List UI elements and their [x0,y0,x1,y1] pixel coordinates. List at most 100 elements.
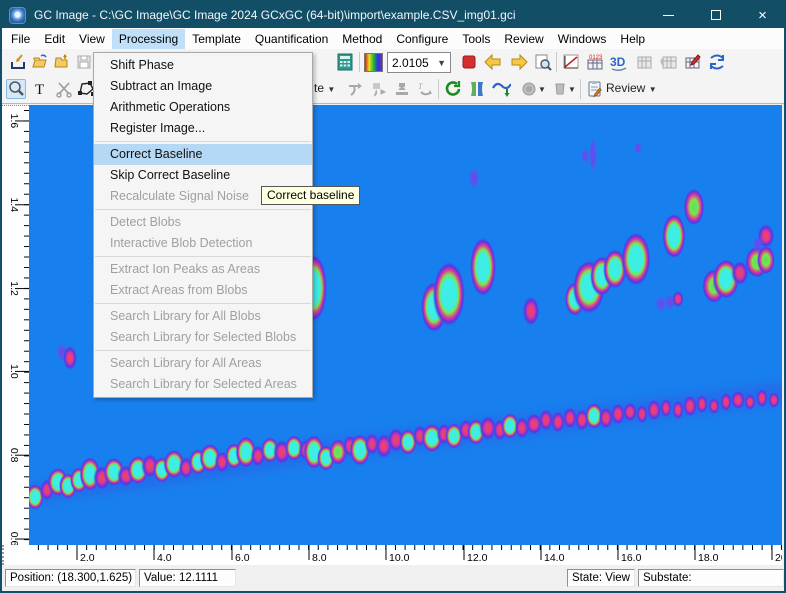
svg-text:10.0: 10.0 [389,552,410,564]
open-image-icon[interactable] [30,52,50,72]
menu-tools[interactable]: Tools [455,29,497,49]
menu-item-extract-ion-peaks-as-areas: Extract Ion Peaks as Areas [94,259,312,280]
app-logo-icon [9,7,26,24]
svg-text:20.0: 20.0 [775,552,782,564]
maximize-button[interactable] [692,0,739,30]
back-icon[interactable] [483,52,503,72]
menu-processing[interactable]: Processing [112,29,185,49]
status-state: State: View [567,569,635,587]
sync-views-icon[interactable] [707,52,727,72]
status-bar: Position: (18.300,1.625) Value: 12.1111 … [2,565,784,591]
menu-separator [95,256,311,257]
menu-quantification[interactable]: Quantification [248,29,335,49]
app-window: GC Image - C:\GC Image\GC Image 2024 GCx… [0,0,786,593]
review-icon[interactable] [585,79,605,99]
svg-text:0.6: 0.6 [8,532,19,545]
menu-separator [95,209,311,210]
svg-text:1.6: 1.6 [8,114,19,129]
window-title: GC Image - C:\GC Image\GC Image 2024 GCx… [34,8,516,22]
zoom-level-combobox[interactable]: 2.0105 ▼ [387,52,451,73]
menu-item-correct-baseline[interactable]: Correct Baseline [94,144,312,165]
svg-text:18.0: 18.0 [698,552,719,564]
menu-view[interactable]: View [72,29,112,49]
menu-item-register-image[interactable]: Register Image... [94,118,312,139]
menu-file[interactable]: File [4,29,37,49]
maximize-icon [711,10,721,20]
close-icon: × [758,8,767,23]
menu-item-arithmetic-operations[interactable]: Arithmetic Operations [94,97,312,118]
menu-item-subtract-an-image[interactable]: Subtract an Image [94,76,312,97]
template-transform-icon: T [415,79,435,99]
chevron-down-icon: ▼ [649,85,657,94]
menu-template[interactable]: Template [185,29,248,49]
table-edit-icon[interactable] [683,52,703,72]
status-substate: Substate: [638,569,784,587]
import-image-icon[interactable] [8,52,28,72]
svg-text:T: T [35,82,44,98]
menu-edit[interactable]: Edit [37,29,72,49]
svg-text:4.0: 4.0 [157,552,172,564]
menu-method[interactable]: Method [335,29,389,49]
chevron-down-icon: ▼ [327,85,335,94]
cut-tool-icon [54,79,74,99]
preview-icon[interactable] [533,52,553,72]
template-dropdown[interactable]: te ▼ [314,81,335,95]
svg-text:1.4: 1.4 [8,197,19,212]
save-image-icon [74,52,94,72]
menu-item-search-library-for-all-areas: Search Library for All Areas [94,353,312,374]
menu-item-interactive-blob-detection: Interactive Blob Detection [94,233,312,254]
review-dropdown[interactable]: Review ▼ [606,81,657,95]
chevron-down-icon: ▼ [437,58,446,68]
svg-text:3D: 3D [610,55,626,69]
apply-template-icon [345,79,365,99]
menu-review[interactable]: Review [497,29,550,49]
refresh-icon[interactable] [443,79,463,99]
x-axis-ruler: 2.04.06.08.010.012.014.016.018.020.0 [29,545,782,565]
menu-separator [95,350,311,351]
smooth-signal-icon[interactable] [491,79,511,99]
stop-icon[interactable] [459,52,479,72]
svg-text:1.2: 1.2 [8,281,19,296]
calculator-icon[interactable] [335,52,355,72]
minimize-icon [663,15,674,16]
forward-icon[interactable] [509,52,529,72]
menu-item-search-library-for-all-blobs: Search Library for All Blobs [94,306,312,327]
compare-images-icon[interactable] [467,79,487,99]
menu-item-shift-phase[interactable]: Shift Phase [94,55,312,76]
close-image-icon[interactable] [52,52,72,72]
values-table-icon[interactable]: 0123 [585,52,605,72]
close-button[interactable]: × [739,0,786,30]
chevron-down-icon[interactable]: ▼ [538,81,546,95]
svg-text:T: T [418,82,423,91]
colormap-icon[interactable] [364,53,383,72]
svg-text:16.0: 16.0 [621,552,642,564]
svg-text:12.0: 12.0 [467,552,488,564]
copy-template-icon [369,79,389,99]
menu-item-detect-blobs: Detect Blobs [94,212,312,233]
three-d-view-icon[interactable]: 3D [609,52,629,72]
menu-item-search-library-for-selected-areas: Search Library for Selected Areas [94,374,312,395]
svg-text:0.8: 0.8 [8,448,19,463]
stamp-icon [392,79,412,99]
minimize-button[interactable] [645,0,692,30]
ruler-corner [2,545,29,565]
svg-text:14.0: 14.0 [544,552,565,564]
text-tool-icon[interactable]: T [30,79,50,99]
signal-plot-icon[interactable] [561,52,581,72]
menu-bar: FileEditViewProcessingTemplateQuantifica… [2,28,784,49]
menu-help[interactable]: Help [613,29,652,49]
menu-separator [95,303,311,304]
tooltip: Correct baseline [261,186,360,205]
menu-configure[interactable]: Configure [389,29,455,49]
zoom-tool-icon[interactable] [6,79,26,99]
status-position: Position: (18.300,1.625) [5,569,136,587]
menu-windows[interactable]: Windows [551,29,614,49]
sphere-tool-icon [519,79,539,99]
menu-item-extract-areas-from-blobs: Extract Areas from Blobs [94,280,312,301]
menu-separator [95,141,311,142]
zoom-level-value: 2.0105 [392,56,429,70]
chevron-down-icon[interactable]: ▼ [568,81,576,95]
processing-menu: Shift PhaseSubtract an ImageArithmetic O… [93,52,313,398]
menu-item-skip-correct-baseline[interactable]: Skip Correct Baseline [94,165,312,186]
status-value: Value: 12.1111 [139,569,236,587]
